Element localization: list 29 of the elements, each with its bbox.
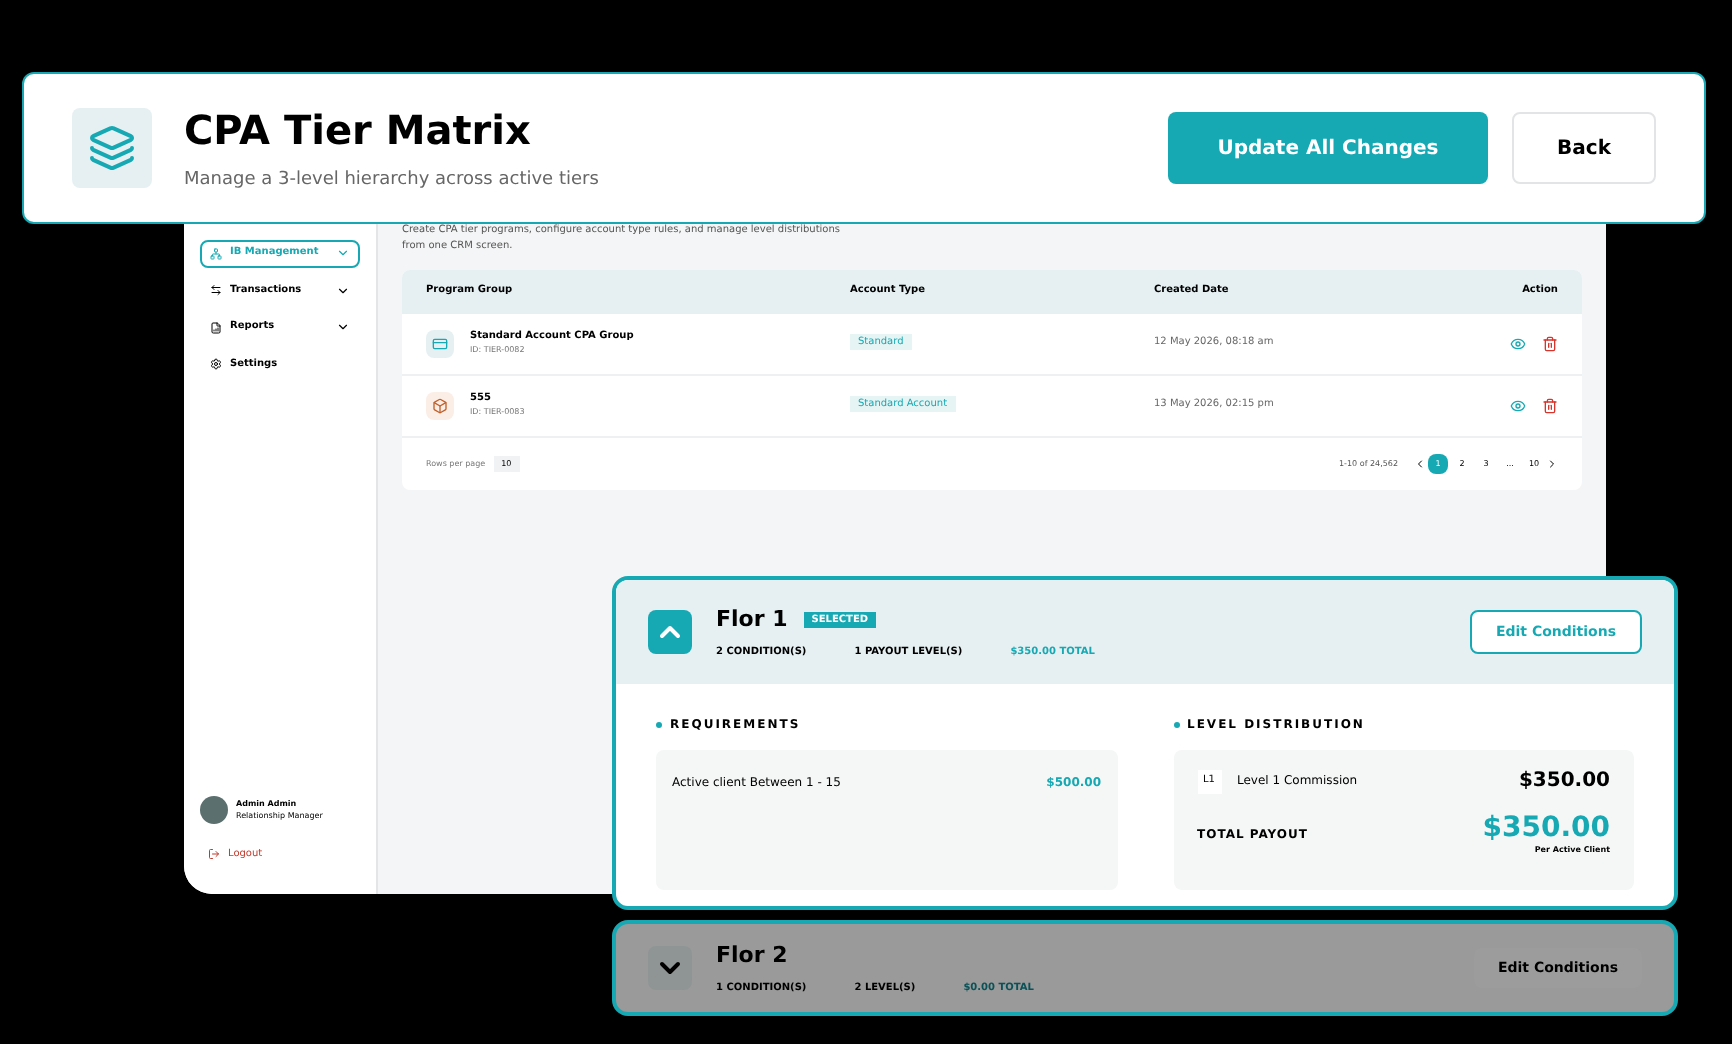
total-payout-amount: $350.00 [1482, 812, 1610, 844]
next-page-button[interactable] [1546, 457, 1558, 469]
level-amount: $350.00 [1518, 768, 1610, 796]
box-icon [426, 391, 454, 419]
view-button[interactable] [1510, 335, 1526, 351]
delete-button[interactable] [1542, 335, 1558, 351]
view-button[interactable] [1510, 397, 1526, 413]
bullet-icon [1173, 722, 1179, 728]
tier-name: Flor 2 [716, 940, 788, 972]
page-title: CPA Tier Matrix [184, 104, 533, 159]
avatar [200, 795, 228, 823]
page-subtitle: Manage a 3-level hierarchy across active tiers [184, 168, 599, 195]
tier-name: Flor 1 [716, 604, 788, 636]
chevron-down-icon [336, 246, 350, 261]
chevron-down-icon [336, 320, 350, 335]
logout-icon [208, 848, 220, 861]
sidebar-item-icon [210, 284, 222, 297]
previous-page-button[interactable] [1414, 457, 1426, 469]
sidebar-item-icon [210, 321, 222, 334]
expand-button[interactable] [648, 946, 692, 990]
collapse-button[interactable] [648, 610, 692, 654]
sidebar-item-icon [210, 358, 222, 371]
card-icon [426, 329, 454, 357]
bullet-icon [656, 722, 662, 728]
delete-button[interactable] [1542, 397, 1558, 413]
chevron-down-icon [336, 283, 350, 298]
layers-icon [72, 108, 152, 188]
back-button[interactable]: Back [1512, 112, 1656, 184]
sidebar-item-icon [210, 247, 222, 260]
